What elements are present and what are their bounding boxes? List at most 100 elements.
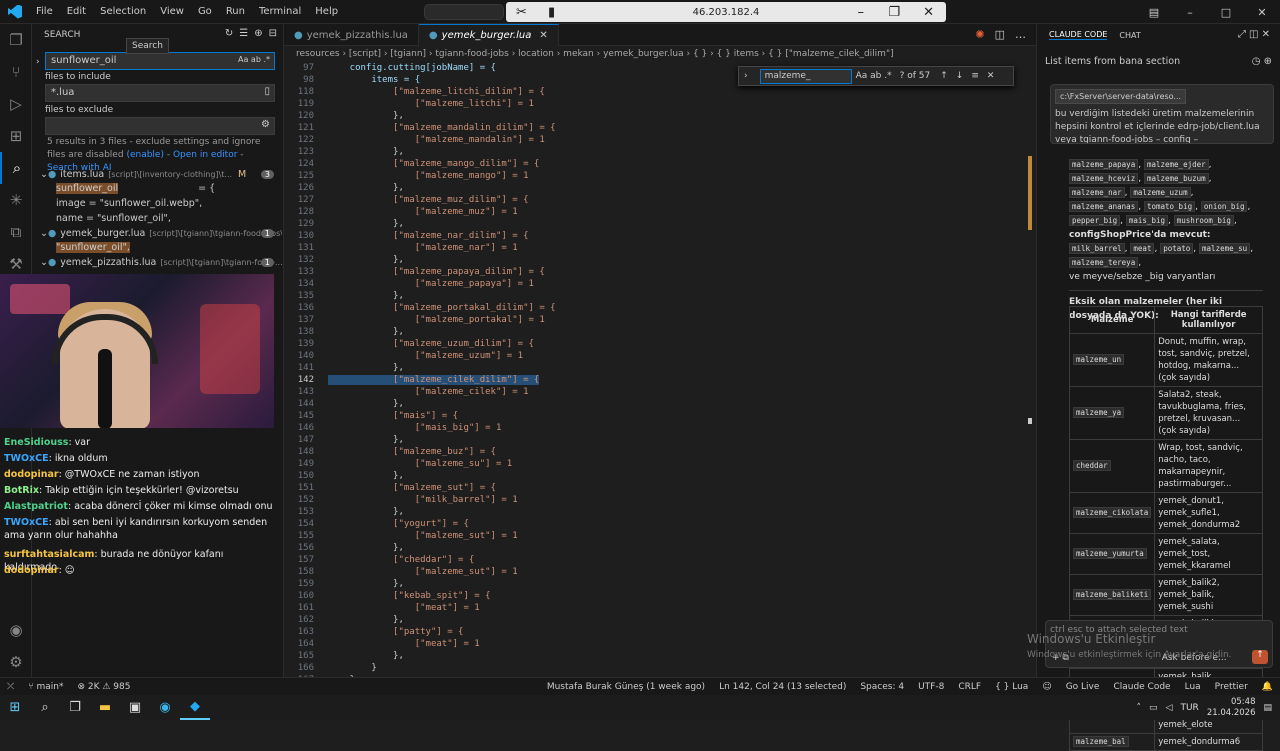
claude-spark-icon[interactable]: ✺ xyxy=(975,28,984,41)
language-mode[interactable]: { } Lua xyxy=(988,682,1035,692)
search-input[interactable]: sunflower_oil Aa ab .* xyxy=(45,52,275,70)
code-line[interactable]: 139 ["malzeme_uzum_dilim"] = { xyxy=(284,338,1024,350)
file-explorer-icon[interactable]: ▬ xyxy=(90,695,120,720)
code-line[interactable]: 161 ["meat"] = 1 xyxy=(284,602,1024,614)
code-line[interactable]: 144 }, xyxy=(284,398,1024,410)
code-line[interactable]: 128 ["malzeme_muz"] = 1 xyxy=(284,206,1024,218)
result-file-items[interactable]: ⌄ ● items.lua [script]\[inventory-clothi… xyxy=(40,167,282,181)
book-icon[interactable]: ▯ xyxy=(264,86,270,97)
menu-help[interactable]: Help xyxy=(308,6,345,17)
tab-yemek-burger[interactable]: ● yemek_burger.lua ✕ xyxy=(418,24,559,46)
code-line[interactable]: 130 ["malzeme_nar_dilim"] = { xyxy=(284,230,1024,242)
code-line[interactable]: 138 }, xyxy=(284,326,1024,338)
split-editor-icon[interactable]: ◫ xyxy=(995,28,1005,41)
tab-yemek-pizzathis[interactable]: ● yemek_pizzathis.lua xyxy=(284,24,419,46)
code-line[interactable]: 158 ["malzeme_sut"] = 1 xyxy=(284,566,1024,578)
more-actions-icon[interactable]: … xyxy=(1015,28,1026,41)
copilot-icon[interactable]: ☺ xyxy=(1035,682,1058,692)
find-in-selection-icon[interactable]: ≡ xyxy=(971,71,979,81)
code-line[interactable]: 160 ["kebab_spit"] = { xyxy=(284,590,1024,602)
find-options-icon[interactable]: Aa ab .* xyxy=(856,71,892,81)
prettier-status[interactable]: Prettier xyxy=(1208,682,1255,692)
enable-link[interactable]: (enable) xyxy=(126,150,164,160)
match-options-icon[interactable]: Aa ab .* xyxy=(238,55,270,64)
network-icon[interactable]: ▭ xyxy=(1149,703,1158,713)
history-icon[interactable]: ◷ ⊕ xyxy=(1252,56,1272,67)
toggle-replace-icon[interactable]: › xyxy=(36,57,40,67)
lua-status[interactable]: Lua xyxy=(1178,682,1208,692)
maximize-window-icon[interactable]: □ xyxy=(1208,6,1244,19)
code-line[interactable]: 143 ["malzeme_cilek"] = 1 xyxy=(284,386,1024,398)
code-line[interactable]: 136 ["malzeme_portakal_dilim"] = { xyxy=(284,302,1024,314)
code-line[interactable]: 153 }, xyxy=(284,506,1024,518)
code-line[interactable]: 162 }, xyxy=(284,614,1024,626)
code-line[interactable]: 156 }, xyxy=(284,542,1024,554)
problems-indicator[interactable]: ⊗ 2K ⚠ 985 xyxy=(70,682,137,692)
file-chip[interactable]: c:\FxServer\server-data\reso... xyxy=(1055,89,1187,104)
close-find-icon[interactable]: ✕ xyxy=(987,71,995,81)
code-editor[interactable]: 97 config.cutting[jobName] = {98 items =… xyxy=(284,62,1036,677)
tab-chat[interactable]: CHAT xyxy=(1119,31,1140,40)
toggle-replace-icon[interactable]: › xyxy=(744,71,748,81)
remote-indicator-icon[interactable]: ⤫ xyxy=(0,682,21,692)
result-match-row[interactable]: image = "sunflower_oil.webp", xyxy=(40,196,282,210)
code-line[interactable]: 125 ["malzeme_mango"] = 1 xyxy=(284,170,1024,182)
code-line[interactable]: 163 ["patty"] = { xyxy=(284,626,1024,638)
find-input[interactable]: malzeme_ xyxy=(759,68,852,84)
command-center[interactable] xyxy=(424,4,504,20)
code-line[interactable]: 146 ["mais_big"] = 1 xyxy=(284,422,1024,434)
manage-icon[interactable]: ⚙ xyxy=(0,646,32,678)
code-line[interactable]: 150 }, xyxy=(284,470,1024,482)
send-icon[interactable]: ↑ xyxy=(1252,650,1268,664)
code-line[interactable]: 145 ["mais"] = { xyxy=(284,410,1024,422)
tray-chevron-icon[interactable]: ˄ xyxy=(1137,703,1142,713)
code-line[interactable]: 157 ["cheddar"] = { xyxy=(284,554,1024,566)
run-debug-icon[interactable]: ▷ xyxy=(0,88,32,120)
code-line[interactable]: 159 }, xyxy=(284,578,1024,590)
code-line[interactable]: 132 }, xyxy=(284,254,1024,266)
next-match-icon[interactable]: ↓ xyxy=(956,71,964,81)
extensions-icon[interactable]: ⊞ xyxy=(0,120,32,152)
code-line[interactable]: 141 }, xyxy=(284,362,1024,374)
edge-icon[interactable]: ◉ xyxy=(150,695,180,720)
panel-actions-icon[interactable]: ⤢ ◫ ✕ xyxy=(1238,29,1270,40)
code-line[interactable]: 148 ["malzeme_buz"] = { xyxy=(284,446,1024,458)
new-search-editor-icon[interactable]: ⊕ xyxy=(254,28,262,39)
code-line[interactable]: 120 }, xyxy=(284,110,1024,122)
git-blame[interactable]: Mustafa Burak Güneş (1 week ago) xyxy=(540,682,712,692)
explorer-icon[interactable]: ❐ xyxy=(0,24,32,56)
refresh-icon[interactable]: ↻ xyxy=(225,28,233,39)
close-icon[interactable]: ✕ xyxy=(923,5,934,20)
code-line[interactable]: 149 ["malzeme_su"] = 1 xyxy=(284,458,1024,470)
code-line[interactable]: 127 ["malzeme_muz_dilim"] = { xyxy=(284,194,1024,206)
claude-icon[interactable]: ✳ xyxy=(0,184,32,216)
branch-indicator[interactable]: ⑂ main* xyxy=(21,682,70,692)
result-file-pizzathis[interactable]: ⌄ ● yemek_pizzathis.lua [script]\[tgiann… xyxy=(40,255,282,269)
code-line[interactable]: 137 ["malzeme_portakal"] = 1 xyxy=(284,314,1024,326)
vscode-taskbar-icon[interactable]: ◆ xyxy=(180,695,210,720)
code-line[interactable]: 154 ["yogurt"] = { xyxy=(284,518,1024,530)
code-line[interactable]: 123 }, xyxy=(284,146,1024,158)
code-line[interactable]: 142 ["malzeme_cilek_dilim"] = { xyxy=(284,374,1024,386)
open-in-editor-link[interactable]: Open in editor xyxy=(173,150,237,160)
account-icon[interactable]: ◉ xyxy=(0,614,32,646)
menu-edit[interactable]: Edit xyxy=(60,6,93,17)
breadcrumb[interactable]: resources › [script] › [tgiann] › tgiann… xyxy=(284,46,1036,62)
menu-view[interactable]: View xyxy=(153,6,191,17)
menu-file[interactable]: File xyxy=(29,6,60,17)
code-line[interactable]: 147 }, xyxy=(284,434,1024,446)
gear-icon[interactable]: ⚙ xyxy=(261,119,270,130)
clock[interactable]: 05:48 21.04.2026 xyxy=(1207,697,1256,719)
volume-icon[interactable]: ◁ xyxy=(1166,703,1173,713)
task-view-icon[interactable]: ❐ xyxy=(60,695,90,720)
restore-icon[interactable]: ❐ xyxy=(888,5,900,20)
code-line[interactable]: 165 }, xyxy=(284,650,1024,662)
code-line[interactable]: 131 ["malzeme_nar"] = 1 xyxy=(284,242,1024,254)
code-line[interactable]: 124 ["malzeme_mango_dilim"] = { xyxy=(284,158,1024,170)
notifications-icon[interactable]: 🔔 xyxy=(1255,682,1280,692)
include-input[interactable]: *.lua ▯ xyxy=(45,84,275,102)
exclude-input[interactable]: ⚙ xyxy=(45,117,275,135)
search-taskbar-icon[interactable]: ⌕ xyxy=(30,695,60,720)
encoding[interactable]: UTF-8 xyxy=(911,682,951,692)
previous-match-icon[interactable]: ↑ xyxy=(940,71,948,81)
